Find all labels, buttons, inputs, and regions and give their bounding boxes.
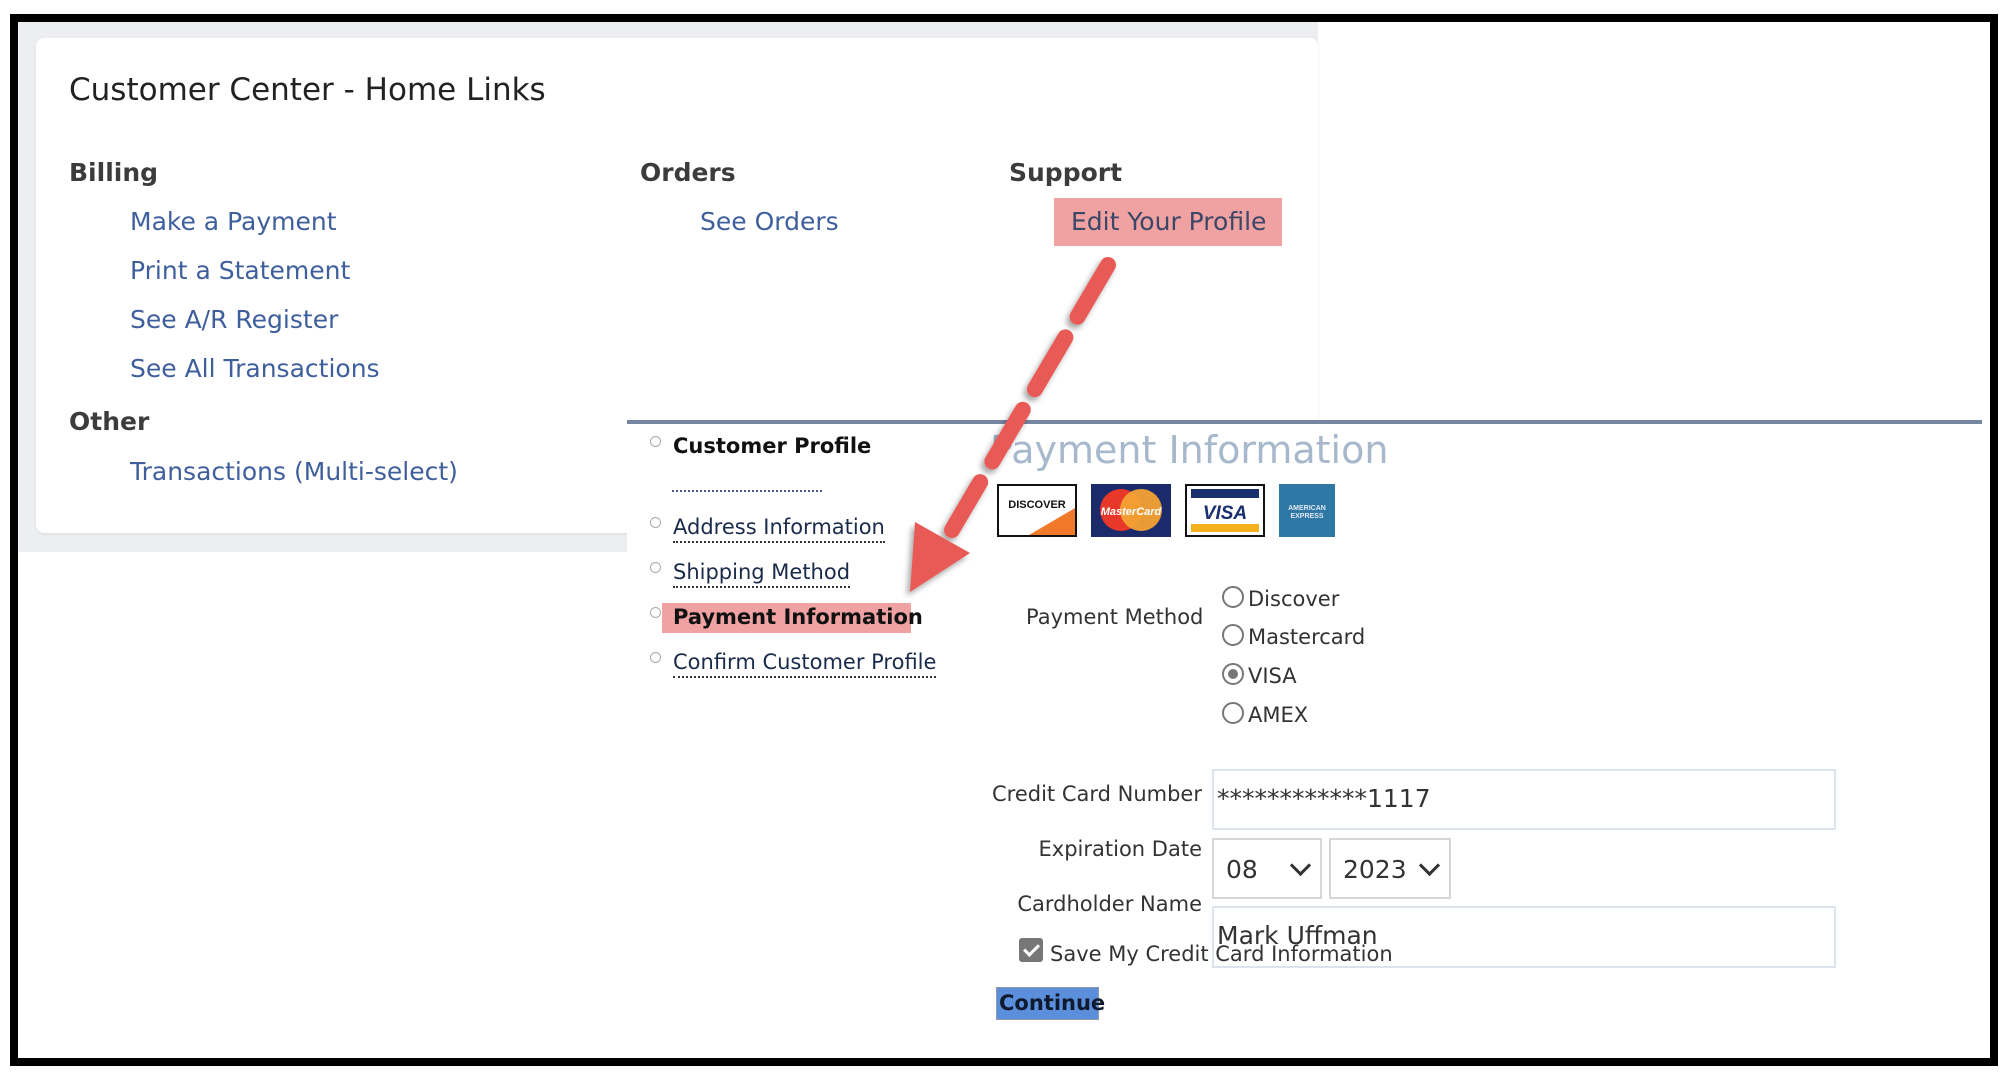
annotation-arrow: [910, 257, 1116, 592]
arrow-head: [910, 522, 970, 592]
arrow-shaft: [944, 257, 1116, 538]
